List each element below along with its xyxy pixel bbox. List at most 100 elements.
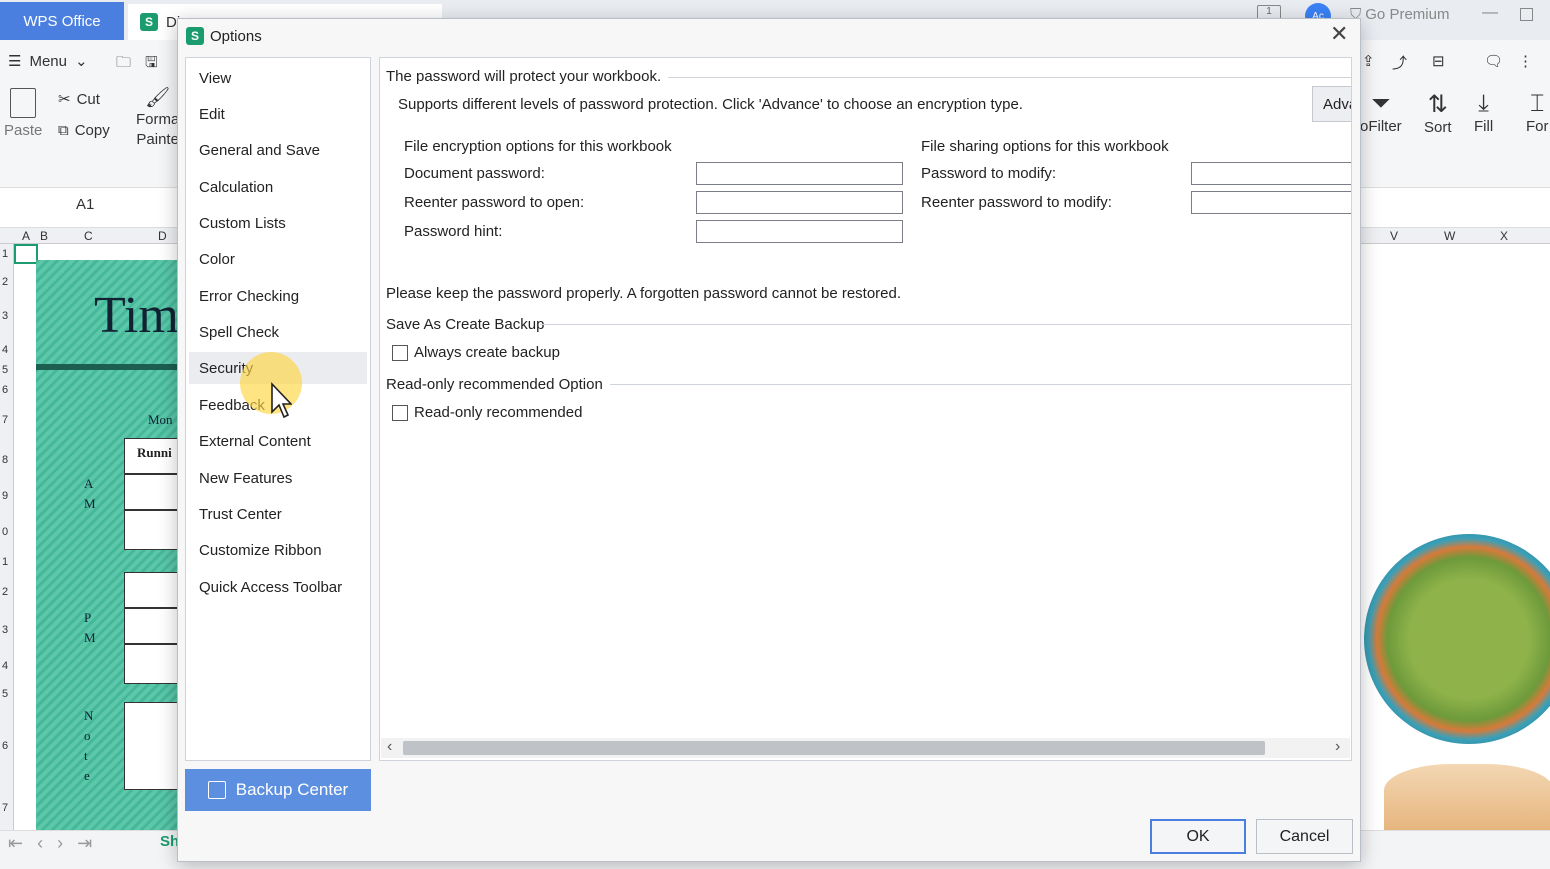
next-sheet-icon[interactable]: › <box>57 833 77 853</box>
nav-item-external-content[interactable]: External Content <box>189 425 367 457</box>
document-password-input[interactable] <box>696 162 903 185</box>
column-header[interactable]: C <box>84 229 93 243</box>
export-icon[interactable]: ⤴ <box>1392 52 1407 73</box>
row-header[interactable]: 4 <box>2 660 8 672</box>
format-button[interactable]: ⌶ For <box>1526 90 1549 135</box>
minimize-icon[interactable]: — <box>1482 4 1498 22</box>
template-title: Tim <box>94 287 179 344</box>
copy-button[interactable]: ⧉ Copy <box>58 122 110 139</box>
first-sheet-icon[interactable]: ⇤ <box>8 833 37 853</box>
note-letter: t <box>84 748 88 763</box>
row-header[interactable]: 0 <box>2 526 8 538</box>
spreadsheet-logo-icon: S <box>186 27 204 45</box>
read-only-recommended-label[interactable]: Read-only recommended <box>414 404 582 421</box>
column-header[interactable]: W <box>1444 229 1455 243</box>
row-header[interactable]: 1 <box>2 248 8 260</box>
row-header[interactable]: 6 <box>2 384 8 396</box>
nav-item-trust-center[interactable]: Trust Center <box>189 498 367 530</box>
note-letter: e <box>84 768 90 783</box>
note-letter: N <box>84 708 94 723</box>
row-headers: 1 2 3 4 5 6 7 8 9 0 1 2 3 4 5 6 7 <box>0 244 14 830</box>
close-icon[interactable]: ✕ <box>1330 21 1348 47</box>
fill-button[interactable]: ⤓ Fill <box>1474 90 1493 135</box>
modify-password-label: Password to modify: <box>921 165 1057 182</box>
sort-icon: ⇅ <box>1427 91 1448 118</box>
share-icon[interactable]: ⇪ <box>1362 52 1375 70</box>
menu-button[interactable]: ☰ Menu ⌄ <box>8 52 88 71</box>
row-header[interactable]: 6 <box>2 740 8 752</box>
column-header[interactable]: D <box>158 229 167 243</box>
sheet-navigation[interactable]: ⇤‹›⇥ <box>8 833 106 854</box>
row-header[interactable]: 2 <box>2 276 8 288</box>
save-icon[interactable]: 🖫 <box>145 52 158 77</box>
nav-item-color[interactable]: Color <box>189 243 367 275</box>
template-divider <box>36 364 186 370</box>
more-icon[interactable]: ⋮ <box>1518 52 1533 70</box>
wps-office-tab[interactable]: WPS Office <box>0 2 124 40</box>
row-header[interactable]: 3 <box>2 624 8 636</box>
nav-item-calculation[interactable]: Calculation <box>189 171 367 203</box>
sort-button[interactable]: ⇅ Sort <box>1424 90 1452 136</box>
comment-icon[interactable]: 🗨 <box>1484 52 1503 70</box>
ok-button[interactable]: OK <box>1150 819 1246 854</box>
always-create-backup-label[interactable]: Always create backup <box>414 344 560 361</box>
am-letter: M <box>84 496 96 511</box>
row-header[interactable]: 5 <box>2 364 8 376</box>
paste-button[interactable]: Paste <box>4 88 42 139</box>
pm-letter: P <box>84 610 92 625</box>
nav-item-new-features[interactable]: New Features <box>189 462 367 494</box>
row-header[interactable]: 8 <box>2 454 8 466</box>
column-header[interactable]: X <box>1500 229 1508 243</box>
cancel-button[interactable]: Cancel <box>1256 819 1353 854</box>
column-header[interactable]: V <box>1390 229 1398 243</box>
row-header[interactable]: 3 <box>2 310 8 322</box>
column-header[interactable]: B <box>40 229 48 243</box>
open-file-icon[interactable]: 🗀 <box>116 52 131 77</box>
go-premium-button[interactable]: ⛉ Go Premium <box>1350 6 1449 23</box>
nav-item-spell-check[interactable]: Spell Check <box>189 316 367 348</box>
document-password-label: Document password: <box>404 165 545 182</box>
backup-icon <box>207 781 226 799</box>
row-header[interactable]: 5 <box>2 688 8 700</box>
day-label: Mon <box>148 412 173 427</box>
backup-center-button[interactable]: Backup Center <box>185 769 371 811</box>
modify-password-input[interactable] <box>1191 162 1351 185</box>
scroll-left-icon[interactable]: ‹ <box>387 738 392 756</box>
password-hint-input[interactable] <box>696 220 903 243</box>
row-header[interactable]: 2 <box>2 586 8 598</box>
reenter-open-password-input[interactable] <box>696 191 903 214</box>
scrollbar-thumb[interactable] <box>403 741 1265 755</box>
row-header[interactable]: 1 <box>2 556 8 568</box>
cell-reference[interactable]: A1 <box>76 196 94 213</box>
read-only-recommended-checkbox[interactable] <box>392 405 408 421</box>
always-create-backup-checkbox[interactable] <box>392 345 408 361</box>
row-header[interactable]: 7 <box>2 802 8 814</box>
nav-item-general-and-save[interactable]: General and Save <box>189 134 367 166</box>
column-header[interactable]: A <box>22 229 30 243</box>
row-header[interactable]: 7 <box>2 414 8 426</box>
reenter-modify-password-input[interactable] <box>1191 191 1351 214</box>
nav-item-customize-ribbon[interactable]: Customize Ribbon <box>189 534 367 566</box>
scroll-right-icon[interactable]: › <box>1335 738 1340 756</box>
autofilter-button[interactable]: ⏷ oFilter <box>1360 90 1402 135</box>
workflow-icon[interactable]: ⊟ <box>1432 52 1445 70</box>
nav-item-error-checking[interactable]: Error Checking <box>189 280 367 312</box>
advanced-button[interactable]: Advanced <box>1312 86 1351 122</box>
format-painter-button[interactable]: 🖌 Forma Painte <box>136 88 179 150</box>
scissors-icon: ✂ <box>58 91 71 108</box>
nav-item-quick-access-toolbar[interactable]: Quick Access Toolbar <box>189 571 367 603</box>
horizontal-scrollbar[interactable]: ‹ › <box>381 738 1350 758</box>
options-dialog: S Options ✕ View Edit General and Save C… <box>177 18 1361 862</box>
paste-icon <box>10 88 37 118</box>
prev-sheet-icon[interactable]: ‹ <box>37 833 57 853</box>
maximize-icon[interactable] <box>1520 8 1533 21</box>
pm-letter: M <box>84 630 96 645</box>
cut-button[interactable]: ✂ Cut <box>58 90 100 109</box>
row-header[interactable]: 9 <box>2 490 8 502</box>
row-header[interactable]: 4 <box>2 344 8 356</box>
nav-item-edit[interactable]: Edit <box>189 98 367 130</box>
nav-item-view[interactable]: View <box>189 62 367 94</box>
selected-cell[interactable] <box>14 244 38 264</box>
last-sheet-icon[interactable]: ⇥ <box>77 833 106 853</box>
nav-item-custom-lists[interactable]: Custom Lists <box>189 207 367 239</box>
